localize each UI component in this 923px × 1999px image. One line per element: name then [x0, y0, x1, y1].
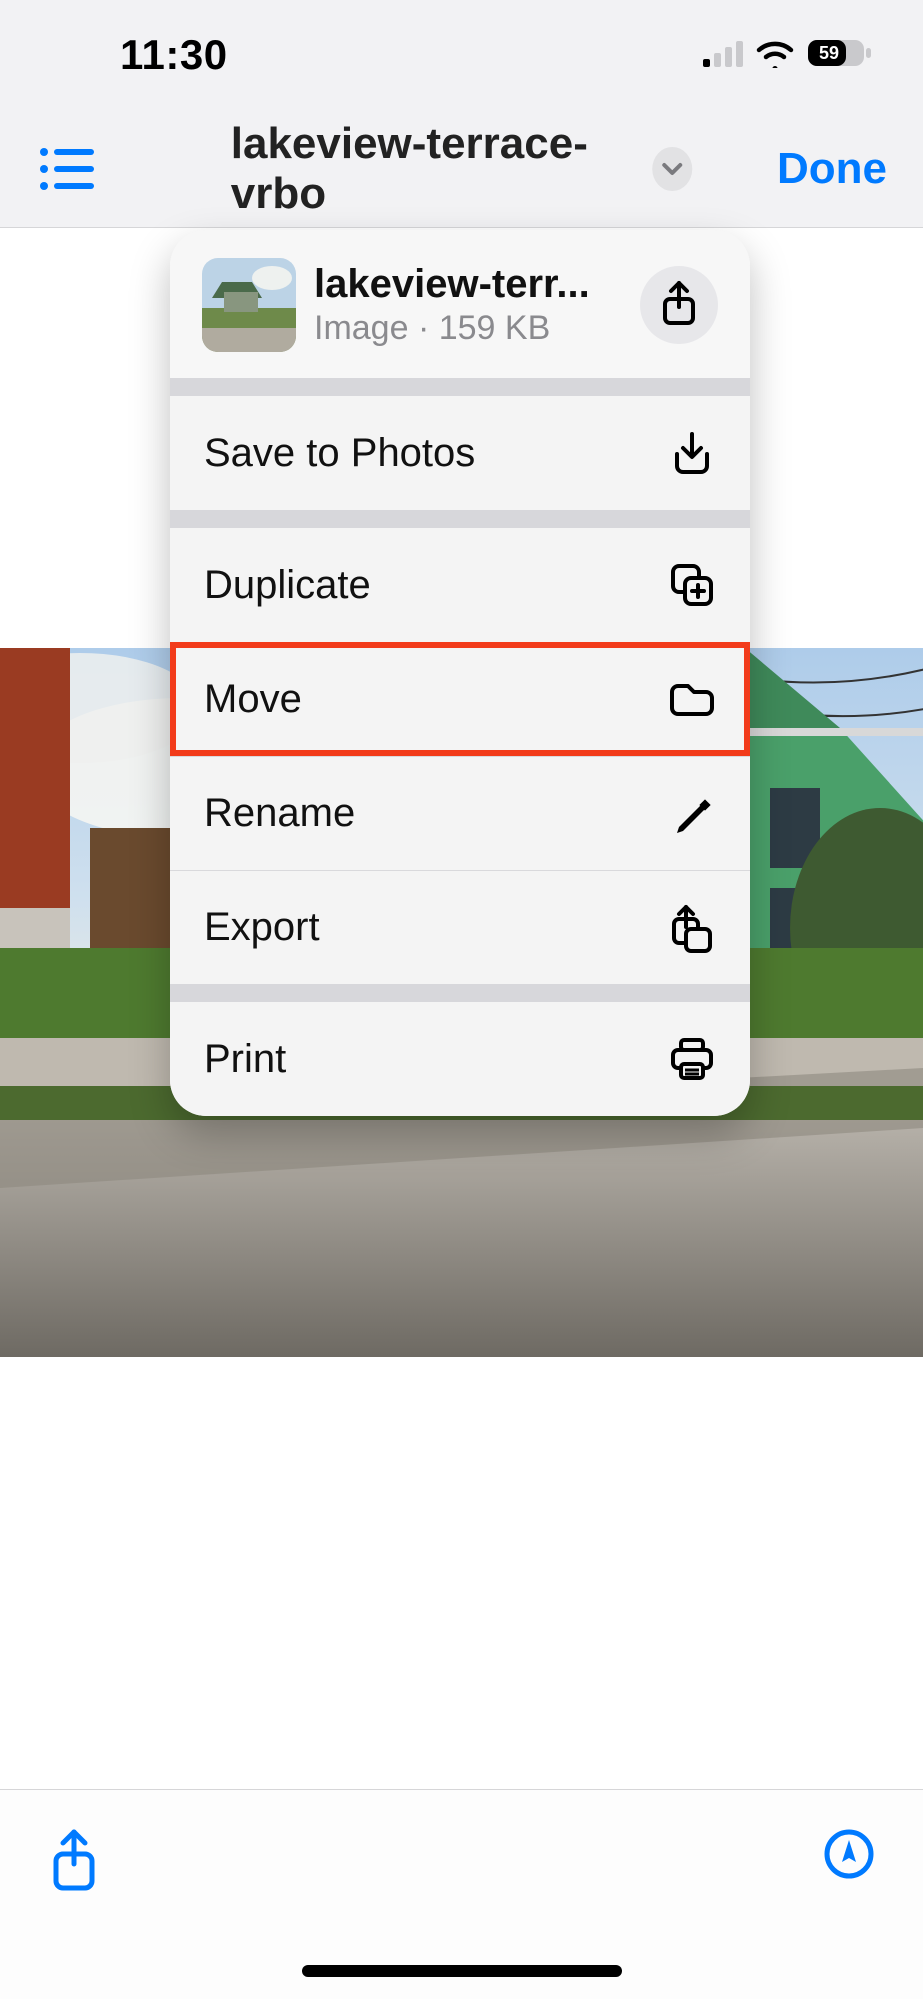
- svg-text:59: 59: [819, 43, 839, 63]
- share-button[interactable]: [640, 266, 718, 344]
- menu-item-label: Save to Photos: [204, 431, 475, 476]
- nav-bar: lakeview-terrace-vrbo Done: [0, 110, 923, 228]
- export-icon: [668, 904, 716, 952]
- menu-duplicate[interactable]: Duplicate: [170, 528, 750, 642]
- status-time: 11:30: [120, 31, 228, 79]
- menu-save-to-photos[interactable]: Save to Photos: [170, 396, 750, 510]
- menu-file-header: lakeview-terr... Image · 159 KB: [170, 230, 750, 378]
- pencil-icon: [668, 790, 716, 838]
- status-bar: 11:30: [0, 0, 923, 110]
- markup-button[interactable]: [823, 1828, 875, 1885]
- status-indicators: 59: [703, 37, 873, 74]
- menu-move[interactable]: Move: [170, 642, 750, 756]
- printer-icon: [668, 1035, 716, 1083]
- share-icon: [48, 1881, 100, 1898]
- menu-item-label: Print: [204, 1037, 286, 1082]
- download-icon: [668, 429, 716, 477]
- chevron-down-icon: [653, 147, 693, 191]
- menu-item-label: Duplicate: [204, 563, 371, 608]
- menu-file-name: lakeview-terr...: [314, 262, 622, 307]
- home-indicator[interactable]: [302, 1965, 622, 1977]
- menu-file-meta: Image · 159 KB: [314, 309, 622, 348]
- menu-item-label: Rename: [204, 791, 355, 836]
- nav-title: lakeview-terrace-vrbo: [231, 119, 639, 219]
- nav-title-button[interactable]: lakeview-terrace-vrbo: [231, 119, 693, 219]
- file-thumbnail: [202, 258, 296, 352]
- folder-icon: [668, 676, 716, 724]
- menu-item-label: Export: [204, 905, 320, 950]
- duplicate-icon: [668, 561, 716, 609]
- menu-rename[interactable]: Rename: [170, 756, 750, 870]
- menu-print[interactable]: Print: [170, 1002, 750, 1116]
- list-view-button[interactable]: [36, 139, 96, 199]
- menu-export[interactable]: Export: [170, 870, 750, 984]
- battery-icon: 59: [807, 37, 873, 74]
- file-actions-menu: lakeview-terr... Image · 159 KB Save to …: [170, 230, 750, 1116]
- share-button-bottom[interactable]: [48, 1828, 100, 1899]
- done-button[interactable]: Done: [777, 144, 887, 194]
- cellular-icon: [703, 39, 743, 72]
- share-icon: [659, 279, 699, 332]
- markup-icon: [823, 1867, 875, 1884]
- wifi-icon: [755, 38, 795, 73]
- menu-item-label: Move: [204, 677, 302, 722]
